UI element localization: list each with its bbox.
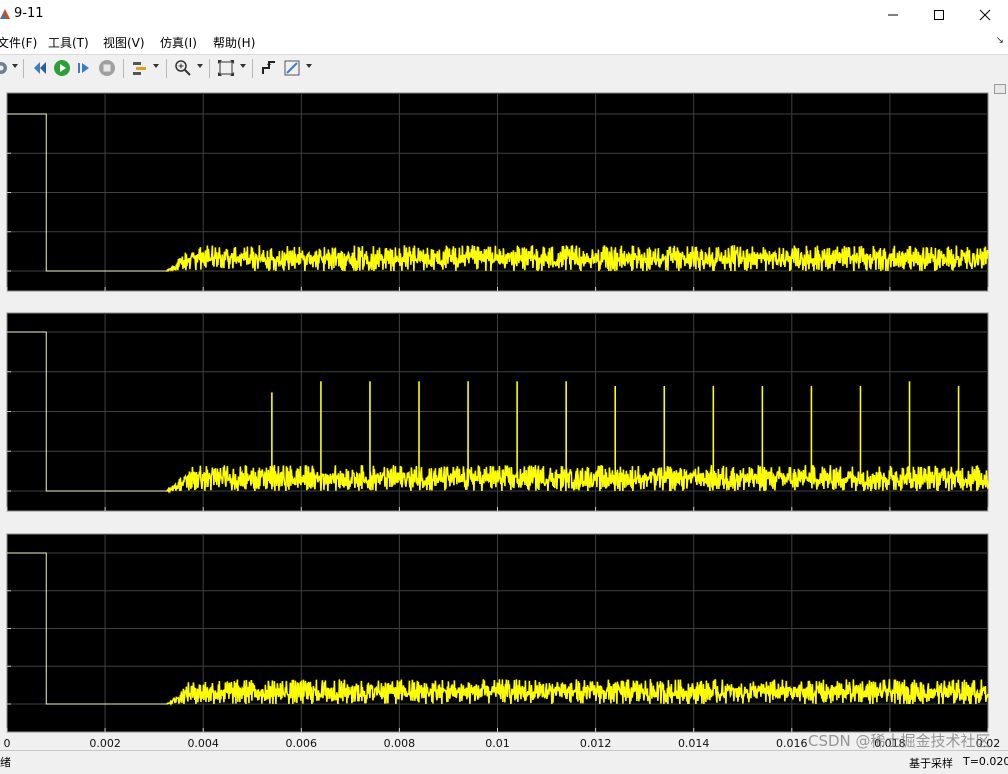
stop-icon[interactable] bbox=[98, 59, 116, 77]
settings-icon[interactable] bbox=[0, 59, 10, 77]
maximize-icon bbox=[934, 10, 944, 20]
x-tick-label: 0.002 bbox=[89, 737, 121, 750]
status-ready-text: 绪 bbox=[0, 756, 11, 769]
status-sample-mode: 基于采样 bbox=[909, 757, 953, 770]
toolbar-separator bbox=[209, 59, 210, 78]
close-button[interactable] bbox=[962, 0, 1008, 30]
zoom-dropdown-caret[interactable] bbox=[197, 64, 203, 68]
toolbar bbox=[0, 55, 1008, 83]
menu-file[interactable]: 文件(F) bbox=[0, 34, 37, 51]
trigger-icon[interactable] bbox=[260, 59, 278, 77]
highlight-signal-icon[interactable] bbox=[131, 59, 149, 77]
window-title: 9-11 bbox=[14, 6, 44, 21]
x-tick-label: 0.012 bbox=[580, 737, 612, 750]
watermark-text: CSDN @稀土掘金技术社区 bbox=[808, 732, 991, 750]
scope-panel-3[interactable] bbox=[6, 533, 989, 733]
settings-dropdown-caret[interactable] bbox=[12, 64, 18, 68]
matlab-icon bbox=[0, 7, 10, 21]
title-bar: 9-11 bbox=[0, 0, 1008, 30]
toolbar-separator bbox=[123, 59, 124, 78]
minimize-button[interactable] bbox=[870, 0, 916, 30]
status-sim-time: T=0.020 bbox=[963, 755, 1008, 768]
x-tick-label: 0.01 bbox=[485, 737, 510, 750]
x-tick-label: 0.016 bbox=[776, 737, 808, 750]
step-forward-icon[interactable] bbox=[75, 59, 93, 77]
fit-dropdown-caret[interactable] bbox=[240, 64, 246, 68]
x-tick-label: 0 bbox=[4, 737, 11, 750]
x-tick-label: 0.008 bbox=[384, 737, 416, 750]
highlight-dropdown-caret[interactable] bbox=[153, 64, 159, 68]
toolbar-separator bbox=[252, 59, 253, 78]
axes-toggle-button[interactable] bbox=[994, 84, 1006, 94]
x-tick-label: 0.004 bbox=[187, 737, 219, 750]
scope-panel-1[interactable] bbox=[6, 92, 989, 292]
x-tick-label: 0.006 bbox=[286, 737, 318, 750]
status-bar: 绪 基于采样 T=0.020 bbox=[0, 750, 1008, 774]
toolbar-separator bbox=[23, 59, 24, 78]
minimize-icon bbox=[888, 14, 898, 16]
menu-help[interactable]: 帮助(H) bbox=[213, 34, 255, 51]
menu-bar: 文件(F) 工具(T) 视图(V) 仿真(I) 帮助(H) ↘ bbox=[0, 30, 1008, 55]
style-dropdown-caret[interactable] bbox=[306, 64, 312, 68]
scope-plot-area: 0 0.002 0.004 0.006 0.008 0.01 0.012 0.014 0.016… bbox=[0, 82, 1008, 750]
close-icon bbox=[979, 9, 991, 21]
x-tick-label: 0.014 bbox=[678, 737, 710, 750]
undock-icon[interactable]: ↘ bbox=[996, 35, 1004, 46]
menu-tools[interactable]: 工具(T) bbox=[48, 34, 89, 51]
menu-view[interactable]: 视图(V) bbox=[103, 34, 145, 51]
toolbar-separator bbox=[166, 59, 167, 78]
maximize-button[interactable] bbox=[916, 0, 962, 30]
zoom-in-icon[interactable] bbox=[174, 59, 192, 77]
scope-panel-2[interactable] bbox=[6, 312, 989, 512]
menu-simulation[interactable]: 仿真(I) bbox=[160, 34, 197, 51]
run-icon[interactable] bbox=[53, 59, 71, 77]
scope-plots[interactable]: 0 0.002 0.004 0.006 0.008 0.01 0.012 0.014 0.016… bbox=[0, 82, 1008, 750]
fit-to-view-icon[interactable] bbox=[217, 59, 235, 77]
style-icon[interactable] bbox=[283, 59, 301, 77]
restore-layout-icon[interactable] bbox=[31, 59, 49, 77]
